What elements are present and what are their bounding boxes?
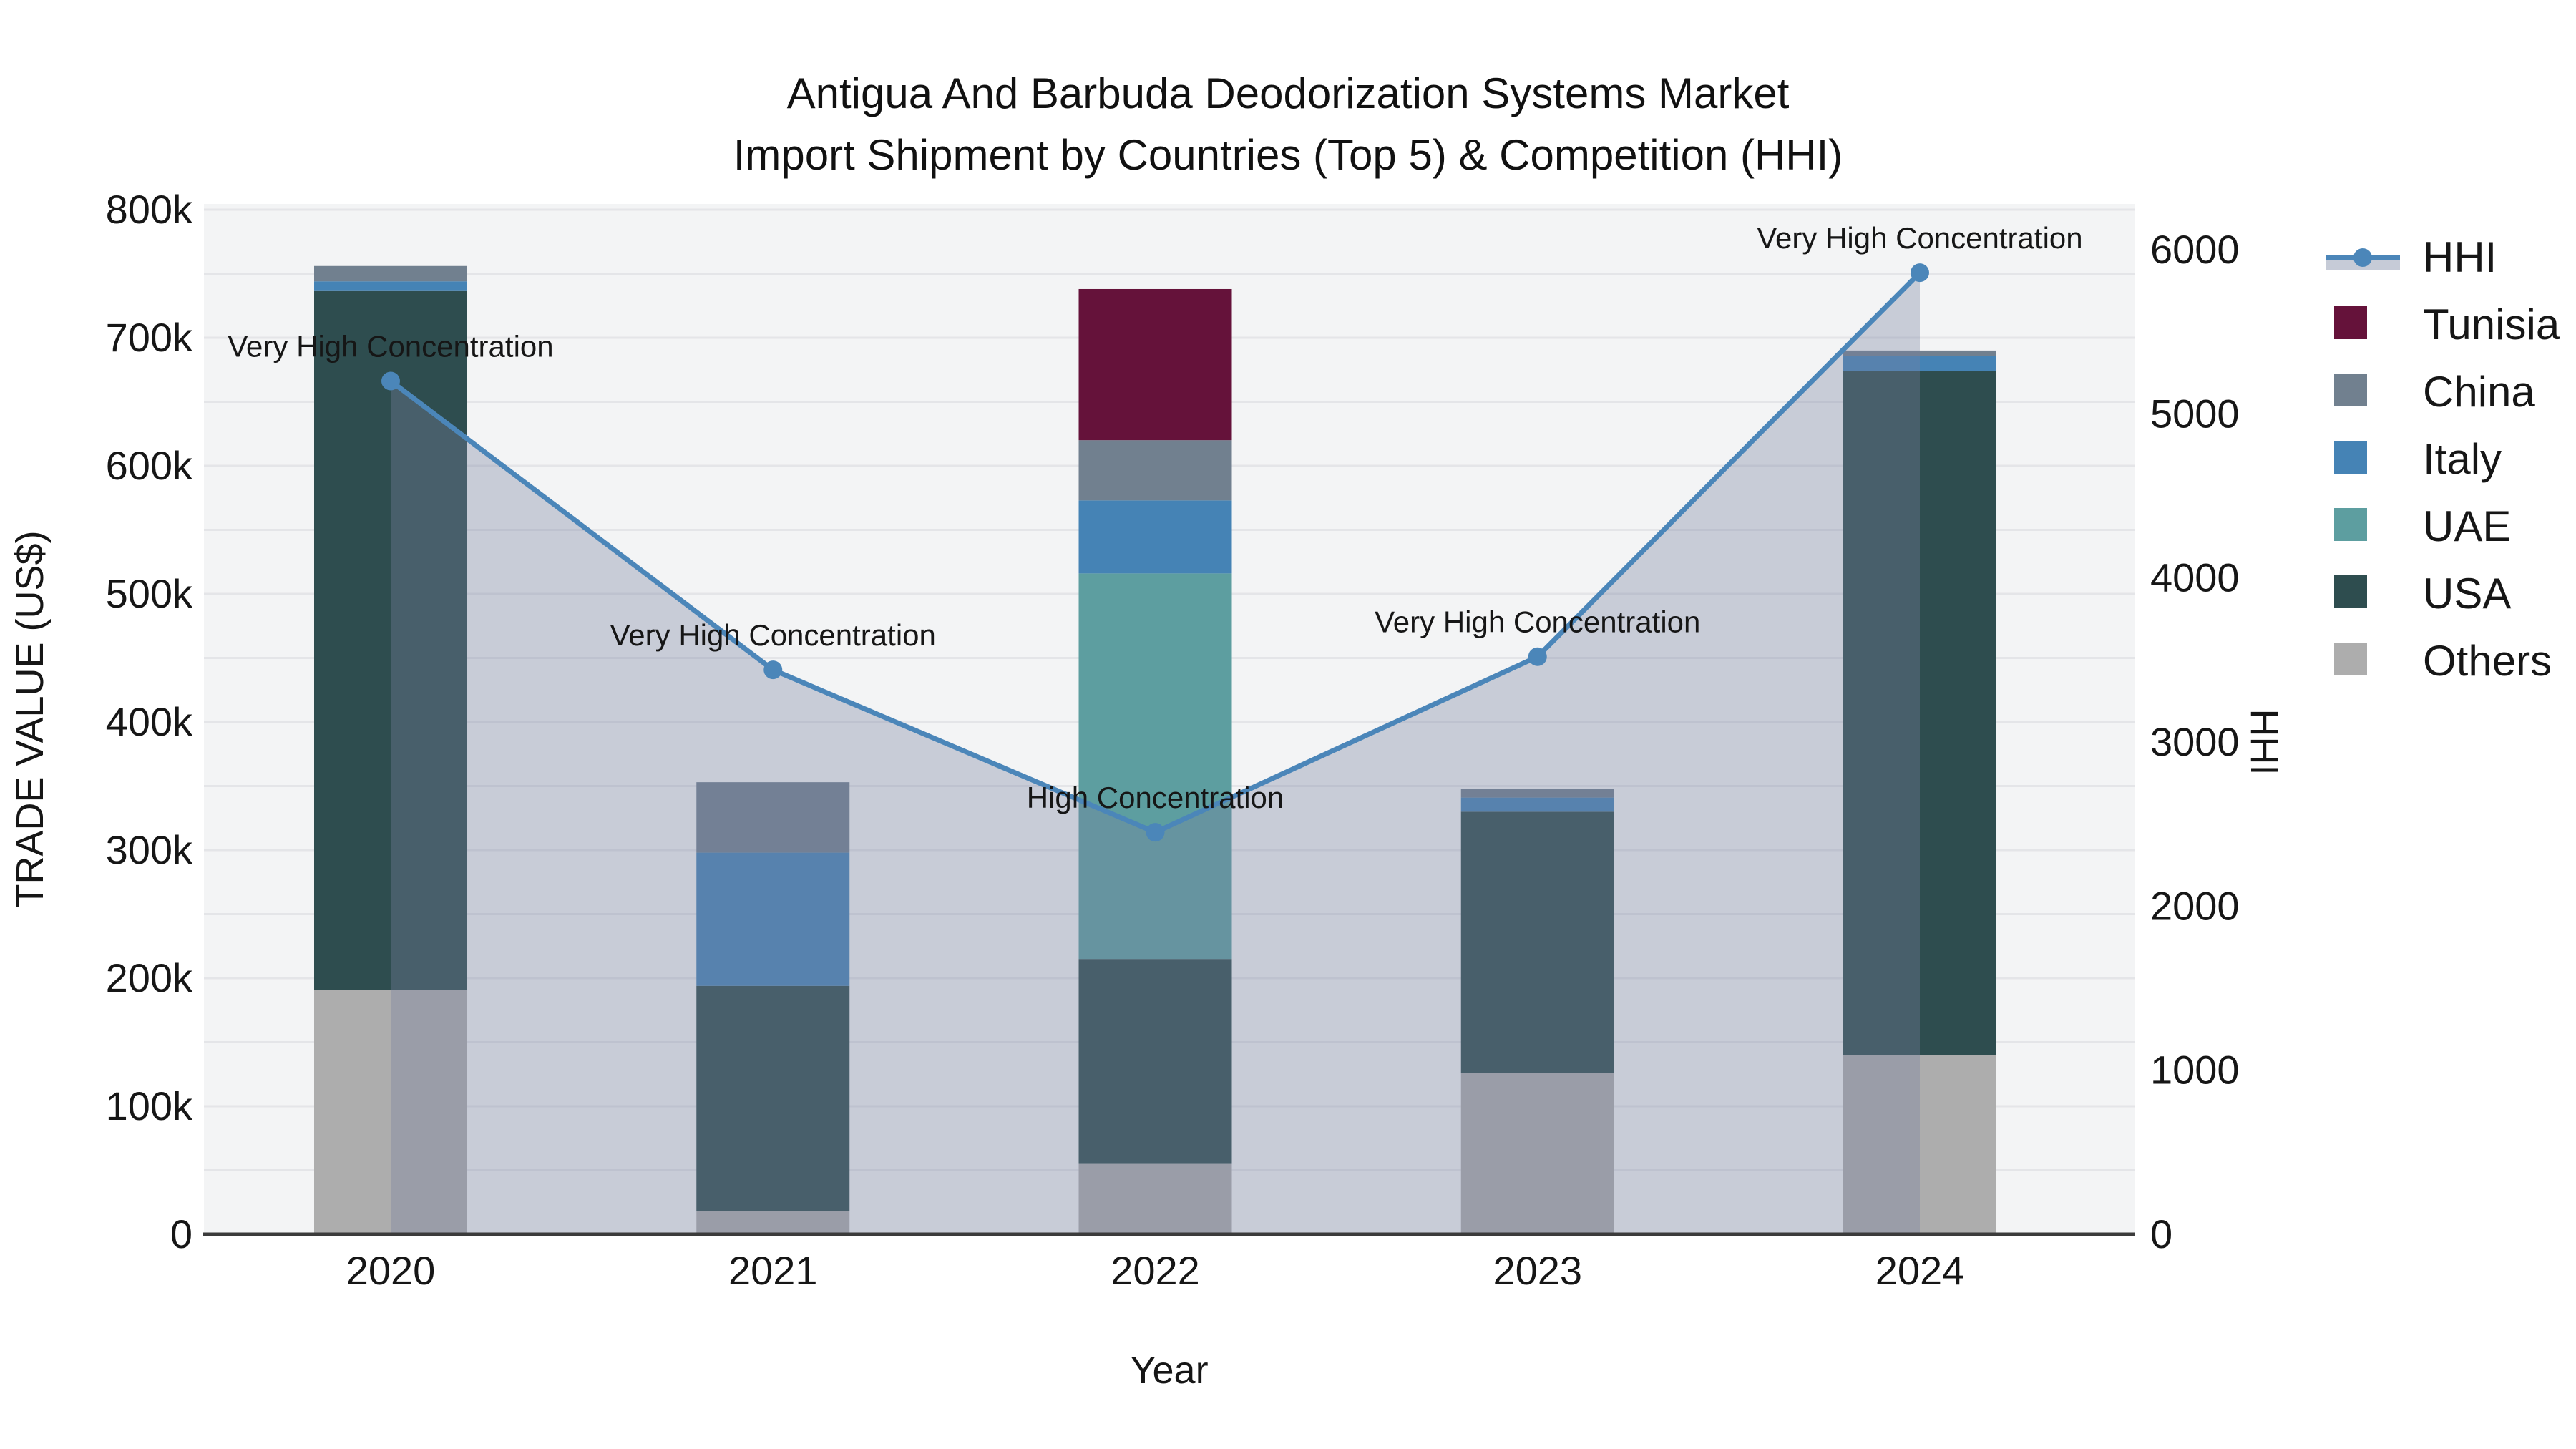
y-left-tick-700k: 700k: [106, 315, 193, 360]
y-left-axis-title: TRADE VALUE (US$): [9, 530, 52, 907]
legend-item-tunisia[interactable]: Tunisia: [2334, 301, 2560, 348]
y-left-tick-200k: 200k: [106, 955, 193, 1000]
hhi-marker-2023[interactable]: [1528, 647, 1547, 666]
y-right-axis-title: HHI: [2243, 709, 2285, 776]
legend-swatch-uae: [2334, 508, 2367, 541]
annotation-2024: Very High Concentration: [1757, 221, 2082, 255]
bar-segment-italy-2022[interactable]: [1078, 500, 1232, 574]
y-left-tick-400k: 400k: [106, 699, 193, 744]
annotation-2020: Very High Concentration: [228, 329, 553, 363]
bar-segment-china-2020[interactable]: [314, 265, 467, 282]
hhi-marker-2022[interactable]: [1146, 823, 1165, 842]
legend-label-tunisia: Tunisia: [2423, 301, 2560, 348]
legend-item-uae[interactable]: UAE: [2334, 502, 2511, 550]
x-tick-label-2024: 2024: [1875, 1248, 1965, 1293]
legend-label-others: Others: [2423, 637, 2552, 685]
legend-item-italy[interactable]: Italy: [2334, 435, 2502, 483]
legend-hhi-marker-swatch: [2353, 248, 2372, 267]
legend-swatch-china: [2334, 374, 2367, 406]
market-chart: Very High Concentration Very High Concent…: [9, 187, 2560, 1392]
legend-item-usa[interactable]: USA: [2334, 570, 2511, 618]
annotation-2022: High Concentration: [1027, 781, 1284, 814]
y-left-tick-500k: 500k: [106, 571, 193, 616]
legend-label-uae: UAE: [2423, 502, 2511, 550]
legend-label-china: China: [2423, 368, 2535, 416]
y-left-tick-100k: 100k: [106, 1083, 193, 1128]
legend-item-china[interactable]: China: [2334, 368, 2535, 416]
y-right-tick-5000: 5000: [2150, 391, 2240, 436]
legend-item-others[interactable]: Others: [2334, 637, 2552, 685]
x-tick-label-2022: 2022: [1111, 1248, 1200, 1293]
y-right-tick-2000: 2000: [2150, 883, 2240, 928]
x-axis-title: Year: [1130, 1349, 1208, 1392]
hhi-marker-2021[interactable]: [763, 660, 783, 680]
y-left-tick-0: 0: [170, 1211, 192, 1257]
y-right-tick-1000: 1000: [2150, 1048, 2240, 1093]
hhi-marker-2024[interactable]: [1911, 263, 1929, 283]
y-left-tick-300k: 300k: [106, 827, 193, 872]
hhi-marker-2020[interactable]: [381, 371, 400, 391]
y-right-tick-4000: 4000: [2150, 555, 2240, 600]
legend-label-usa: USA: [2423, 570, 2511, 618]
legend-label-hhi: HHI: [2423, 233, 2497, 281]
bar-segment-italy-2020[interactable]: [314, 281, 467, 291]
y-right-tick-0: 0: [2150, 1211, 2172, 1257]
x-tick-label-2020: 2020: [346, 1248, 436, 1293]
legend-label-italy: Italy: [2423, 435, 2502, 483]
legend-item-hhi[interactable]: HHI: [2326, 233, 2497, 281]
bar-segment-tunisia-2022[interactable]: [1078, 288, 1232, 441]
y-right-tick-3000: 3000: [2150, 719, 2240, 764]
legend-swatch-italy: [2334, 441, 2367, 474]
legend-swatch-usa: [2334, 575, 2367, 608]
x-tick-label-2021: 2021: [728, 1248, 818, 1293]
legend-swatch-tunisia: [2334, 306, 2367, 339]
y-left-tick-800k: 800k: [106, 187, 193, 232]
y-left-tick-600k: 600k: [106, 443, 193, 488]
annotation-2023: Very High Concentration: [1375, 605, 1700, 639]
annotation-2021: Very High Concentration: [610, 618, 936, 652]
bar-segment-china-2022[interactable]: [1078, 440, 1232, 501]
y-right-tick-6000: 6000: [2150, 227, 2240, 272]
x-tick-label-2023: 2023: [1493, 1248, 1582, 1293]
legend-swatch-others: [2334, 643, 2367, 675]
